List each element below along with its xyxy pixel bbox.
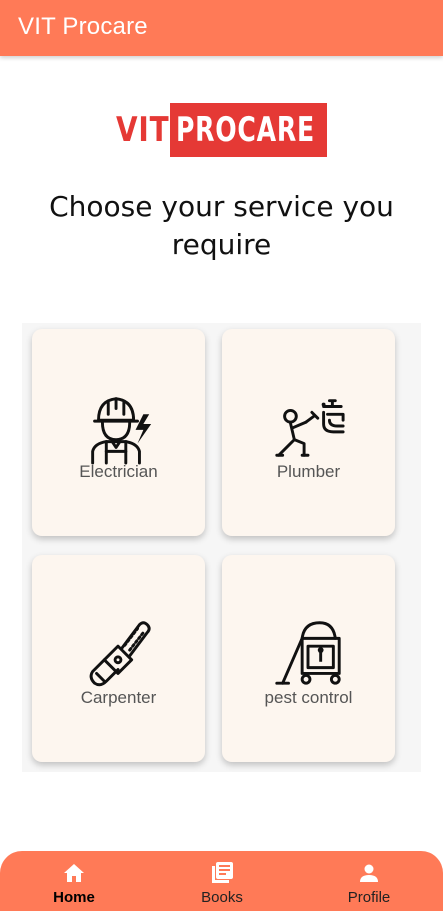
page-headline: Choose your service you require [49,190,394,261]
home-icon [64,864,84,882]
service-card-pest-control[interactable]: pest control [222,555,395,762]
logo-text-procare: PROCARE [176,110,315,150]
service-card-electrician[interactable]: Electrician [32,329,205,536]
electrician-icon [91,397,152,465]
brand-logo: VIT PROCARE [116,103,327,157]
app-title: VIT Procare [18,13,148,40]
app-screen: VIT Procare VIT PROCARE Choose your serv… [0,0,443,911]
nav-label-home: Home [53,889,95,906]
person-icon [360,864,378,882]
service-card-plumber[interactable]: Plumber [222,329,395,536]
service-label-plumber: Plumber [276,462,341,481]
bottom-navigation: Home Books Profile [0,851,443,911]
chainsaw-icon [89,621,151,687]
service-label-carpenter: Carpenter [80,688,157,707]
vacuum-icon [275,621,341,685]
service-card-carpenter[interactable]: Carpenter [32,555,205,762]
books-icon [212,862,233,883]
logo-red-box: PROCARE [170,103,327,157]
nav-label-books: Books [201,889,243,906]
nav-item-books[interactable]: Books [148,851,296,911]
nav-label-profile: Profile [347,889,391,906]
service-label-pest-control: pest control [264,688,353,707]
service-label-electrician: Electrician [79,462,158,481]
logo-text-vit: VIT [116,110,170,150]
plumber-icon [275,399,345,457]
nav-item-home[interactable]: Home [0,851,148,911]
nav-item-profile[interactable]: Profile [295,851,443,911]
app-bar: VIT Procare [0,0,443,56]
